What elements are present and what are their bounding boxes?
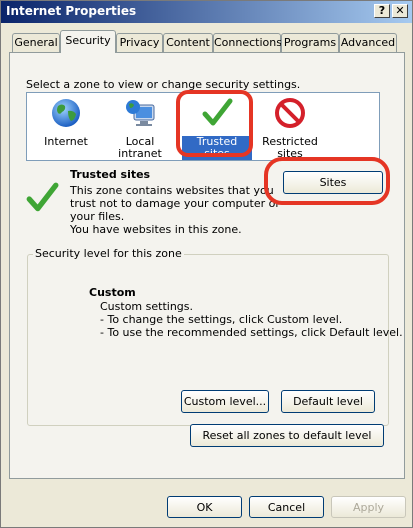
annotation-highlight-trusted-sites [176, 90, 253, 157]
tab-programs[interactable]: Programs [281, 33, 339, 52]
description-line: trust not to damage your computer or [70, 197, 280, 210]
globe-icon [52, 99, 80, 127]
close-button[interactable]: ✕ [392, 4, 408, 18]
ok-button[interactable]: OK [167, 496, 242, 518]
level-line: - To change the settings, click Custom l… [100, 313, 343, 326]
description-line: This zone contains websites that you [70, 184, 274, 197]
zone-label: Local intranet [118, 135, 162, 160]
default-level-button[interactable]: Default level [281, 390, 375, 413]
window-title: Internet Properties [6, 4, 137, 18]
zone-item-internet[interactable]: Internet [36, 97, 96, 148]
tab-connections[interactable]: Connections [213, 33, 282, 52]
cancel-button[interactable]: Cancel [249, 496, 324, 518]
tab-advanced[interactable]: Advanced [339, 33, 397, 52]
zone-item-restricted-sites[interactable]: Restricted sites [260, 97, 320, 160]
reset-all-zones-button[interactable]: Reset all zones to default level [190, 424, 384, 447]
zone-item-local-intranet[interactable]: Local intranet [104, 97, 176, 160]
level-line: - To use the recommended settings, click… [100, 326, 403, 339]
tab-privacy[interactable]: Privacy [116, 33, 163, 52]
internet-properties-window: Internet Properties ? ✕ General Security… [0, 0, 413, 528]
green-check-icon [26, 182, 59, 212]
title-bar: Internet Properties [1, 1, 412, 23]
annotation-highlight-sites [264, 157, 390, 205]
custom-level-button[interactable]: Custom level... [181, 390, 269, 413]
help-button[interactable]: ? [374, 4, 390, 18]
security-level-group-title: Security level for this zone [33, 247, 184, 260]
tab-general[interactable]: General [12, 33, 60, 52]
selected-zone-title: Trusted sites [70, 168, 151, 181]
tab-content[interactable]: Content [163, 33, 213, 52]
selected-zone-description: This zone contains websites that you tru… [70, 184, 280, 236]
zone-prompt: Select a zone to view or change security… [26, 78, 301, 91]
description-line: your files. [70, 210, 125, 223]
zone-label: Internet [44, 135, 88, 148]
close-icon: ✕ [395, 4, 405, 17]
tab-security[interactable]: Security [60, 30, 116, 53]
security-level-title: Custom [89, 286, 136, 299]
apply-button[interactable]: Apply [331, 496, 406, 518]
level-line: Custom settings. [100, 300, 194, 313]
description-line: You have websites in this zone. [70, 223, 242, 236]
no-entry-icon [275, 98, 305, 128]
computer-globe-icon [126, 100, 155, 126]
security-level-description: Custom settings. - To change the setting… [100, 300, 403, 339]
